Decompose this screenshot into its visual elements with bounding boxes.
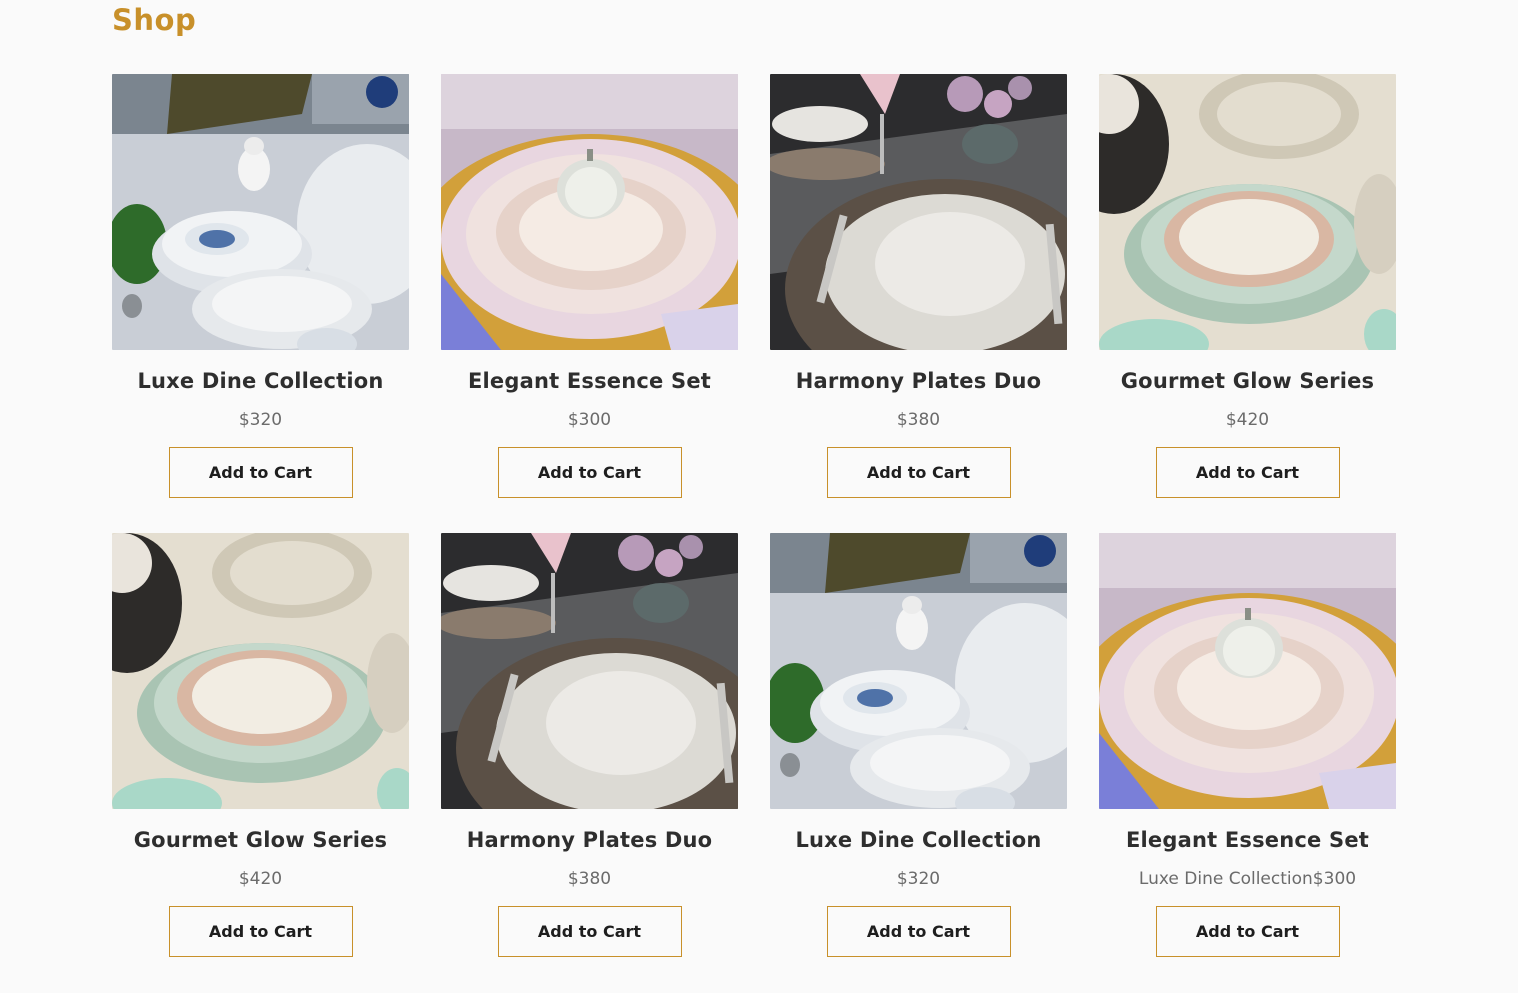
- add-to-cart-button[interactable]: Add to Cart: [1155, 906, 1340, 957]
- product-name[interactable]: Harmony Plates Duo: [441, 826, 738, 854]
- product-name[interactable]: Luxe Dine Collection: [112, 367, 409, 395]
- product-card: Elegant Essence Set $300 Add to Cart: [441, 74, 738, 498]
- product-price: $420: [238, 869, 283, 889]
- product-price: $380: [567, 869, 612, 889]
- add-to-cart-button[interactable]: Add to Cart: [168, 447, 353, 498]
- product-image[interactable]: [441, 74, 738, 350]
- product-name[interactable]: Harmony Plates Duo: [770, 367, 1067, 395]
- product-price: Luxe Dine Collection$300: [1138, 869, 1357, 889]
- product-image[interactable]: [112, 74, 409, 350]
- product-image[interactable]: [1099, 74, 1396, 350]
- product-card: Elegant Essence Set Luxe Dine Collection$…: [1099, 533, 1396, 957]
- product-card: Harmony Plates Duo $380 Add to Cart: [770, 74, 1067, 498]
- product-name[interactable]: Gourmet Glow Series: [1099, 367, 1396, 395]
- product-card: Luxe Dine Collection $320 Add to Cart: [112, 74, 409, 498]
- add-to-cart-button[interactable]: Add to Cart: [1155, 447, 1340, 498]
- add-to-cart-button[interactable]: Add to Cart: [826, 906, 1011, 957]
- product-image[interactable]: [1099, 533, 1396, 809]
- product-name[interactable]: Elegant Essence Set: [441, 367, 738, 395]
- product-image[interactable]: [112, 533, 409, 809]
- add-to-cart-button[interactable]: Add to Cart: [497, 906, 682, 957]
- product-image[interactable]: [441, 533, 738, 809]
- add-to-cart-button[interactable]: Add to Cart: [497, 447, 682, 498]
- product-price: $320: [238, 410, 283, 430]
- product-name[interactable]: Luxe Dine Collection: [770, 826, 1067, 854]
- product-card: Harmony Plates Duo $380 Add to Cart: [441, 533, 738, 957]
- product-card: Luxe Dine Collection $320 Add to Cart: [770, 533, 1067, 957]
- product-image[interactable]: [770, 533, 1067, 809]
- product-price: $320: [896, 869, 941, 889]
- add-to-cart-button[interactable]: Add to Cart: [168, 906, 353, 957]
- product-price: $300: [567, 410, 612, 430]
- product-image[interactable]: [770, 74, 1067, 350]
- product-card: Gourmet Glow Series $420 Add to Cart: [1099, 74, 1396, 498]
- product-card: Gourmet Glow Series $420 Add to Cart: [112, 533, 409, 957]
- page-title: Shop: [112, 3, 197, 37]
- add-to-cart-button[interactable]: Add to Cart: [826, 447, 1011, 498]
- product-price: $380: [896, 410, 941, 430]
- product-price: $420: [1225, 410, 1270, 430]
- product-name[interactable]: Elegant Essence Set: [1099, 826, 1396, 854]
- product-name[interactable]: Gourmet Glow Series: [112, 826, 409, 854]
